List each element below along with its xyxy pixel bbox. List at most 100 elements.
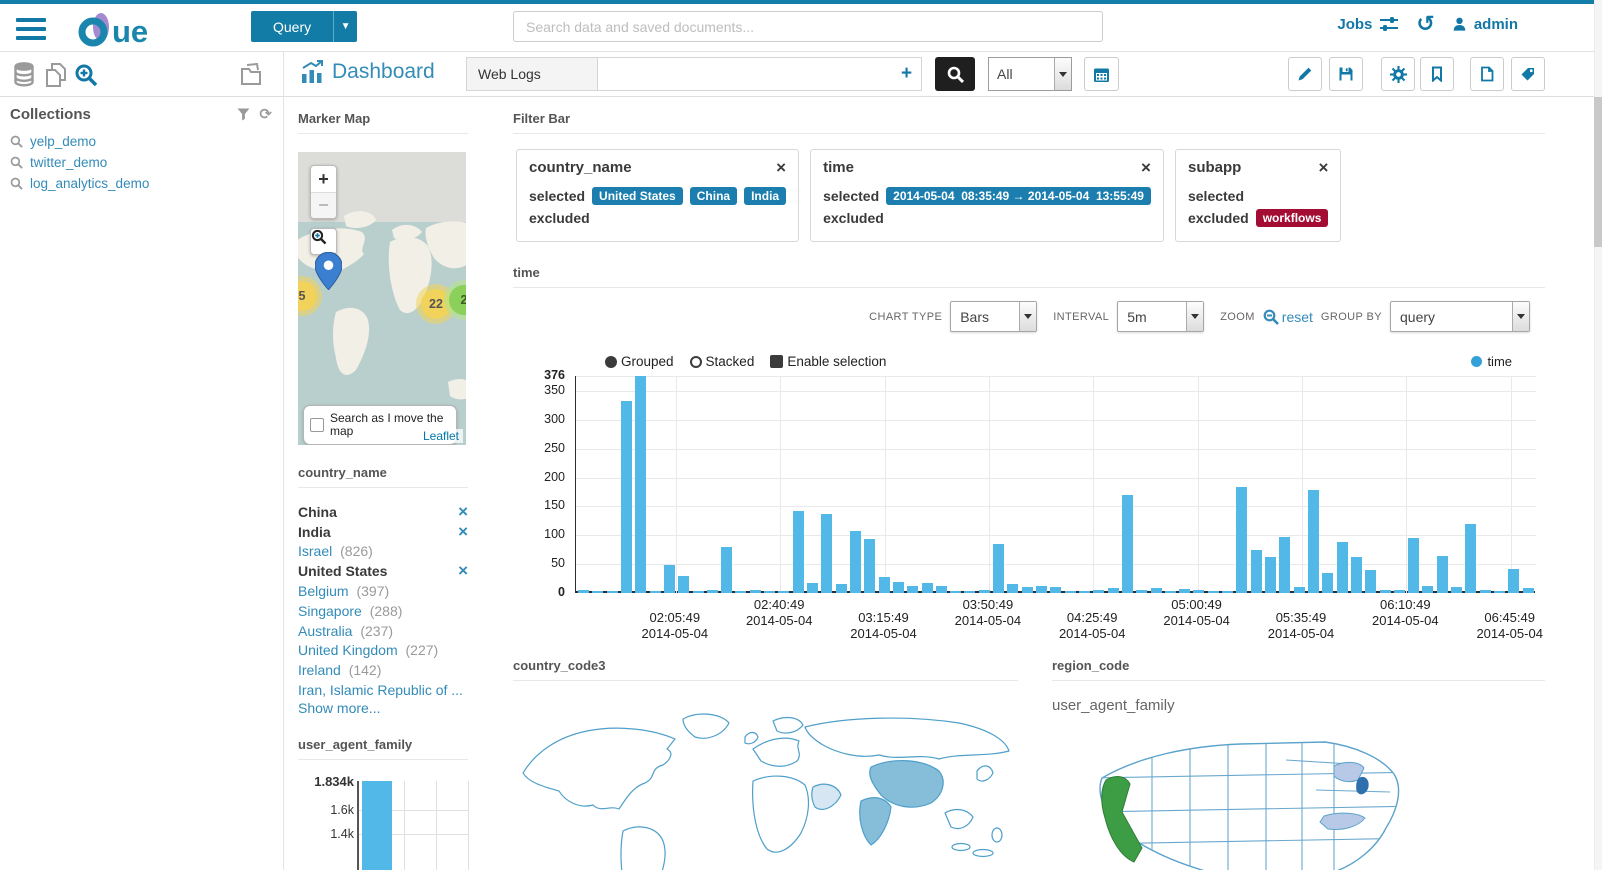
filter-funnel-icon[interactable] [237, 108, 250, 121]
facet-value-link[interactable]: Israel [298, 543, 332, 559]
map-magnifier-button[interactable] [310, 228, 337, 255]
facet-remove-icon[interactable]: × [458, 562, 468, 579]
stacked-radio[interactable]: Stacked [689, 354, 754, 369]
collection-item[interactable]: log_analytics_demo [10, 173, 272, 194]
filter-tag[interactable]: India [744, 187, 787, 205]
time-bar[interactable] [792, 511, 804, 593]
time-bar[interactable] [1179, 589, 1191, 593]
refresh-icon[interactable]: ⟳ [259, 107, 272, 122]
map-zoom-in-button[interactable]: + [311, 166, 336, 192]
time-bar[interactable] [1436, 555, 1448, 593]
time-bar[interactable] [1093, 589, 1105, 593]
time-bar[interactable] [950, 591, 962, 593]
country-code3-world-map[interactable] [515, 695, 1020, 870]
facet-value-link[interactable]: Australia [298, 623, 352, 639]
time-bar[interactable] [1222, 591, 1234, 593]
time-bar[interactable] [849, 531, 861, 593]
time-bar[interactable] [878, 577, 890, 593]
new-document-button[interactable] [1470, 57, 1504, 91]
grouped-radio[interactable]: Grouped [605, 354, 674, 369]
facet-value-link[interactable]: Iran, Islamic Republic of ... [298, 682, 463, 698]
search-button[interactable] [935, 57, 975, 91]
bookmark-button[interactable] [1420, 57, 1454, 91]
time-bar[interactable] [1479, 590, 1491, 593]
time-bar[interactable] [578, 589, 589, 593]
time-bar[interactable] [964, 591, 976, 593]
facet-value-link[interactable]: Belgium [298, 583, 349, 599]
close-icon[interactable]: × [1318, 159, 1328, 176]
dashboard-query-input[interactable] [597, 57, 893, 91]
time-bar[interactable] [1007, 584, 1019, 593]
filter-tag[interactable]: United States [592, 187, 683, 205]
hamburger-menu-icon[interactable] [16, 18, 46, 40]
scope-select[interactable]: All [988, 57, 1072, 91]
zoom-reset-link[interactable]: reset [1263, 309, 1313, 325]
time-chart-plot[interactable] [575, 376, 1536, 593]
time-bar[interactable] [1465, 523, 1477, 593]
page-scrollbar-track[interactable] [1594, 0, 1602, 870]
time-bar[interactable] [1164, 590, 1176, 593]
chart-type-select[interactable]: Bars [950, 301, 1038, 332]
time-bar[interactable] [1451, 587, 1463, 593]
query-caret-icon[interactable]: ▼ [333, 11, 358, 42]
filter-tag[interactable]: 2014-05-04 08:35:49 → 2014-05-04 13:55:4… [886, 187, 1151, 205]
time-bar[interactable] [1494, 591, 1505, 593]
tags-button[interactable] [1511, 57, 1545, 91]
time-bar[interactable] [778, 591, 790, 593]
time-bar[interactable] [935, 585, 947, 593]
show-more-link[interactable]: Show more... [298, 700, 468, 720]
group-by-select[interactable]: query [1390, 301, 1530, 332]
save-dashboard-button[interactable] [1329, 57, 1363, 91]
time-bar[interactable] [1107, 588, 1119, 593]
time-bar[interactable] [1250, 549, 1262, 593]
time-bar[interactable] [721, 547, 733, 593]
search-as-move-checkbox[interactable] [310, 418, 324, 432]
hue-logo[interactable]: ue [76, 11, 176, 49]
interval-select[interactable]: 5m [1117, 301, 1205, 332]
collection-item[interactable]: twitter_demo [10, 152, 272, 173]
facet-remove-icon[interactable]: × [458, 523, 468, 540]
scope-select-caret-icon[interactable] [1054, 58, 1071, 90]
collection-name-box[interactable]: Web Logs [466, 57, 597, 91]
time-bar[interactable] [1064, 591, 1076, 593]
region-code-us-map[interactable] [1090, 720, 1422, 870]
time-bar[interactable] [1408, 538, 1420, 593]
time-bar[interactable] [1078, 591, 1090, 593]
interval-caret-icon[interactable] [1186, 302, 1204, 331]
collection-item[interactable]: yelp_demo [10, 131, 272, 152]
time-bar[interactable] [835, 584, 847, 593]
time-bar[interactable] [1121, 494, 1133, 593]
close-icon[interactable]: × [776, 159, 786, 176]
time-bar[interactable] [1393, 590, 1405, 593]
time-bar[interactable] [635, 376, 647, 593]
time-bar[interactable] [735, 591, 747, 593]
time-bar[interactable] [1236, 487, 1248, 593]
user-menu[interactable]: admin [1452, 16, 1518, 33]
grouped-radio-icon[interactable] [605, 355, 617, 368]
folder-open-icon[interactable] [238, 61, 266, 89]
time-bar[interactable] [907, 586, 919, 593]
settings-gear-button[interactable] [1381, 57, 1415, 91]
leaflet-attribution-link[interactable]: Leaflet [418, 429, 463, 443]
collections-db-icon[interactable] [10, 61, 38, 89]
jobs-link[interactable]: Jobs [1337, 16, 1399, 33]
time-bar[interactable] [1522, 588, 1534, 593]
time-bar[interactable] [1279, 537, 1291, 593]
time-bar[interactable] [1350, 556, 1362, 593]
time-bar[interactable] [892, 582, 904, 593]
global-search-input[interactable] [513, 11, 1103, 42]
time-bar[interactable] [1021, 587, 1033, 593]
time-bar[interactable] [807, 582, 818, 593]
time-bar[interactable] [1508, 568, 1520, 593]
add-term-button[interactable]: + [892, 57, 922, 91]
time-bar[interactable] [1293, 587, 1305, 593]
time-bar[interactable] [764, 591, 776, 593]
query-button-label[interactable]: Query [251, 11, 334, 42]
facet-value-link[interactable]: Ireland [298, 662, 341, 678]
time-bar[interactable] [1193, 590, 1205, 593]
enable-selection-checkbox[interactable]: Enable selection [770, 354, 886, 369]
marker-map[interactable]: + − 5 22 2 Search as I move the map Leaf… [298, 152, 466, 445]
time-bar[interactable] [1336, 542, 1348, 593]
page-scrollbar-thumb[interactable] [1594, 97, 1602, 247]
time-bar[interactable] [1050, 587, 1062, 593]
